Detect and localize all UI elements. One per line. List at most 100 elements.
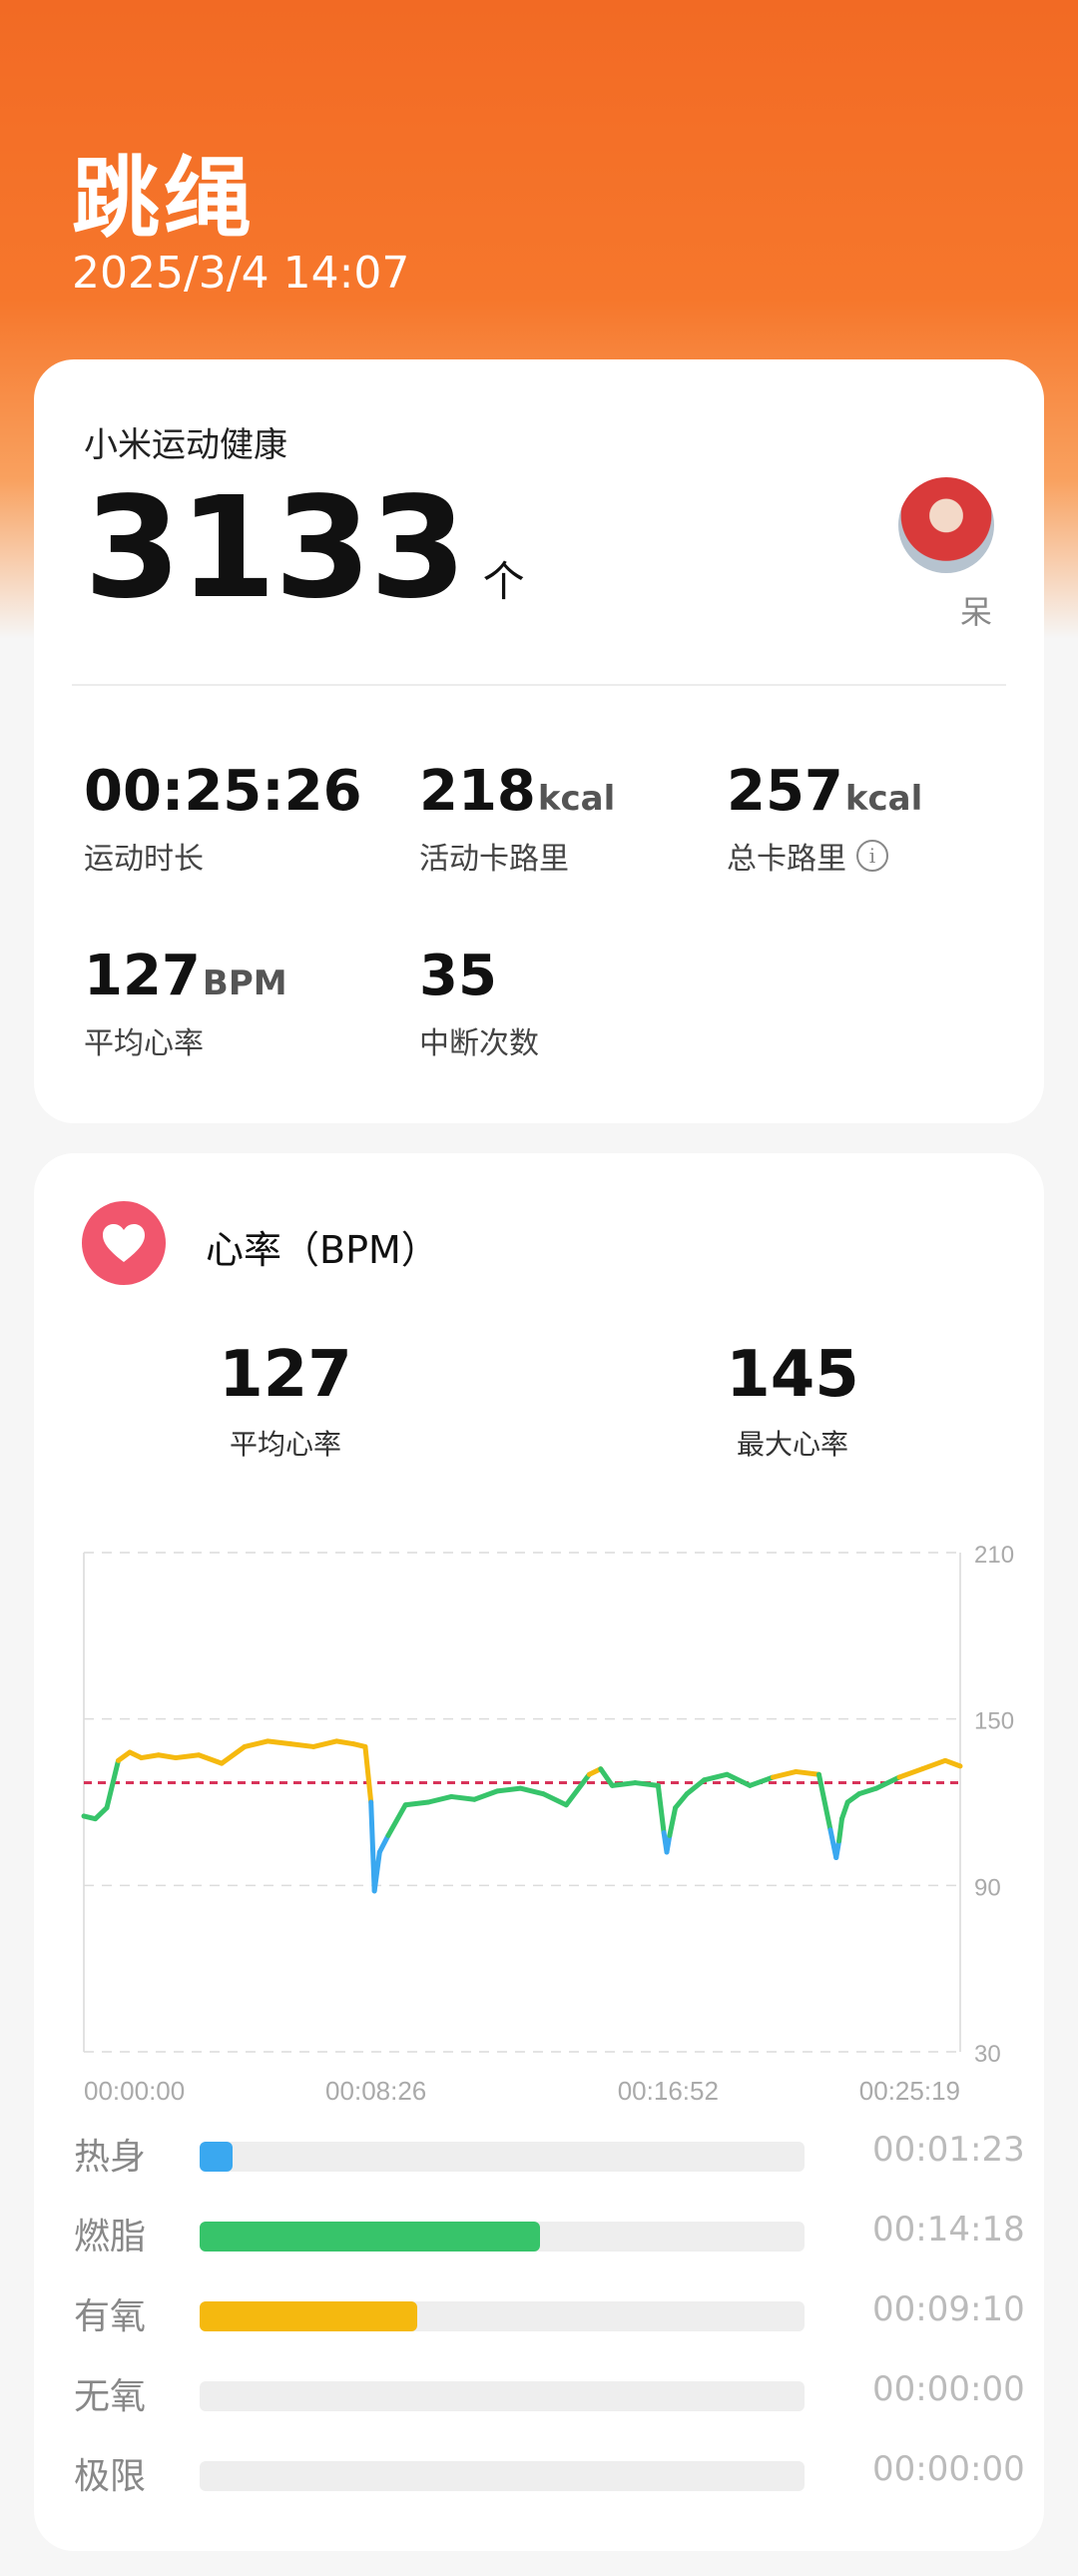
heart-rate-title: 心率（BPM） [206, 1228, 439, 1272]
stat-value: 127 [84, 944, 201, 1008]
jump-count: 3133 个 [84, 479, 525, 619]
zone-track [200, 2381, 805, 2411]
heart-rate-chart[interactable]: 210 150 90 30 00:00:00 00:08:26 00:16:52 00:25:… [34, 1503, 1044, 2222]
heart-rate-line-segment [609, 1780, 638, 1788]
stat-value: 35 [419, 944, 497, 1008]
zone-duration: 00:00:00 [872, 2369, 1025, 2409]
stat-label: 总卡路里 [727, 842, 846, 877]
heart-rate-line-segment [385, 1802, 408, 1838]
heart-rate-line-segment [673, 1791, 690, 1811]
heart-rate-line-segment [942, 1757, 963, 1769]
heart-rate-line-segment [242, 1738, 270, 1749]
stat-unit: kcal [844, 779, 923, 819]
zone-name: 无氧 [74, 2376, 147, 2417]
heart-rate-line-segment [793, 1768, 821, 1777]
stat-unit: BPM [202, 964, 287, 1003]
avg-heart-rate: 127 平均心率 [166, 1343, 405, 1463]
heart-rate-line-segment [333, 1738, 356, 1747]
source-app-label: 小米运动健康 [84, 425, 287, 465]
page-title: 跳绳 [72, 147, 257, 250]
zone-track [200, 2301, 805, 2331]
zone-row-fatburn: 燃脂 00:14:18 [74, 2202, 1025, 2261]
stat-label: 活动卡路里 [419, 842, 569, 877]
stat-label: 运动时长 [84, 842, 204, 877]
heart-rate-line-segment [540, 1791, 569, 1808]
heart-rate-line-segment [770, 1768, 799, 1780]
max-heart-rate-value: 145 [726, 1338, 859, 1412]
heart-rate-line-segment [219, 1743, 248, 1766]
y-tick-label: 90 [974, 1874, 1001, 1901]
heart-rate-line-segment [838, 1799, 850, 1822]
heart-rate-line-segment [196, 1752, 225, 1766]
heart-rate-line-segment [494, 1785, 523, 1794]
heart-rate-line-segment [425, 1793, 454, 1805]
heart-rate-line-segment [667, 1805, 679, 1838]
avatar[interactable] [898, 477, 994, 573]
heart-rate-line-segment [517, 1785, 546, 1797]
zone-duration: 00:14:18 [872, 2210, 1025, 2250]
avg-heart-rate-label: 平均心率 [229, 1428, 341, 1461]
heart-rate-line-segment [362, 1743, 374, 1805]
stat-avg-heart-rate: 127BPM 平均心率 [84, 949, 287, 1062]
heart-rate-line-segment [448, 1793, 477, 1802]
x-tick-label: 00:25:19 [859, 2076, 960, 2106]
heart-rate-card: 心率（BPM） 127 平均心率 145 最大心率 210 150 90 30 00:0… [34, 1153, 1044, 2551]
zone-name: 燃脂 [74, 2217, 147, 2257]
info-icon[interactable]: i [856, 840, 888, 872]
max-heart-rate: 145 最大心率 [673, 1343, 912, 1463]
heart-rate-line-segment [376, 1832, 391, 1855]
stat-unit: kcal [537, 779, 616, 819]
avg-heart-rate-value: 127 [219, 1338, 352, 1412]
heart-rate-line-segment [836, 1816, 844, 1844]
heart-rate-line-segment [919, 1757, 948, 1772]
zone-fill [200, 2222, 540, 2252]
zone-fill [200, 2301, 418, 2331]
jump-count-value: 3133 [84, 467, 467, 630]
heart-rate-line-segment [856, 1785, 879, 1797]
heart-rate-line-segment [632, 1780, 661, 1788]
zone-duration: 00:00:00 [872, 2449, 1025, 2489]
heart-rate-line-segment [471, 1788, 500, 1802]
zone-row-warmup: 热身 00:01:23 [74, 2122, 1025, 2182]
stat-active-calories: 218kcal 活动卡路里 [419, 764, 615, 878]
heart-rate-line-segment [156, 1752, 179, 1761]
heart-rate-line-segment [896, 1766, 925, 1780]
heart-rate-line-segment [655, 1782, 667, 1836]
heart-icon [82, 1201, 166, 1285]
divider [72, 684, 1006, 686]
zone-name: 热身 [74, 2137, 147, 2178]
y-tick-label: 210 [974, 1542, 1014, 1569]
zone-name: 有氧 [74, 2296, 147, 2337]
heart-rate-line-segment [563, 1771, 592, 1808]
stat-value: 00:25:26 [84, 759, 362, 824]
zone-fill [200, 2142, 233, 2172]
heart-rate-line-segment [310, 1738, 339, 1749]
zone-duration: 00:09:10 [872, 2289, 1025, 2329]
heart-rate-line-segment [139, 1752, 162, 1761]
user-name: 呆 [960, 593, 993, 631]
heart-rate-line-segment [664, 1832, 673, 1855]
heart-rate-line-segment [402, 1799, 431, 1808]
heart-rate-line-segment [287, 1741, 316, 1749]
zone-track [200, 2222, 805, 2252]
zone-row-anaerobic: 无氧 00:00:00 [74, 2361, 1025, 2421]
heart-rate-line-segment [701, 1771, 730, 1783]
stat-label: 平均心率 [84, 1026, 204, 1061]
stat-interruptions: 35 中断次数 [419, 949, 539, 1062]
zone-name: 极限 [74, 2456, 147, 2497]
y-tick-label: 150 [974, 1708, 1014, 1735]
summary-card: 小米运动健康 3133 个 呆 00:25:26 运动时长 218kcal 活动… [34, 359, 1044, 1123]
x-tick-label: 00:16:52 [618, 2076, 719, 2106]
stat-value: 257 [727, 759, 843, 824]
stat-total-calories: 257kcal 总卡路里 i [727, 764, 922, 878]
zone-duration: 00:01:23 [872, 2130, 1025, 2170]
max-heart-rate-label: 最大心率 [736, 1428, 848, 1461]
y-tick-label: 30 [974, 2041, 1001, 2068]
heart-rate-line-segment [833, 1838, 842, 1861]
zone-track [200, 2142, 805, 2172]
heart-rate-line-segment [173, 1752, 202, 1761]
zone-row-aerobic: 有氧 00:09:10 [74, 2281, 1025, 2341]
workout-datetime: 2025/3/4 14:07 [72, 248, 410, 299]
stat-value: 218 [419, 759, 536, 824]
heart-rate-line-segment [265, 1738, 293, 1747]
